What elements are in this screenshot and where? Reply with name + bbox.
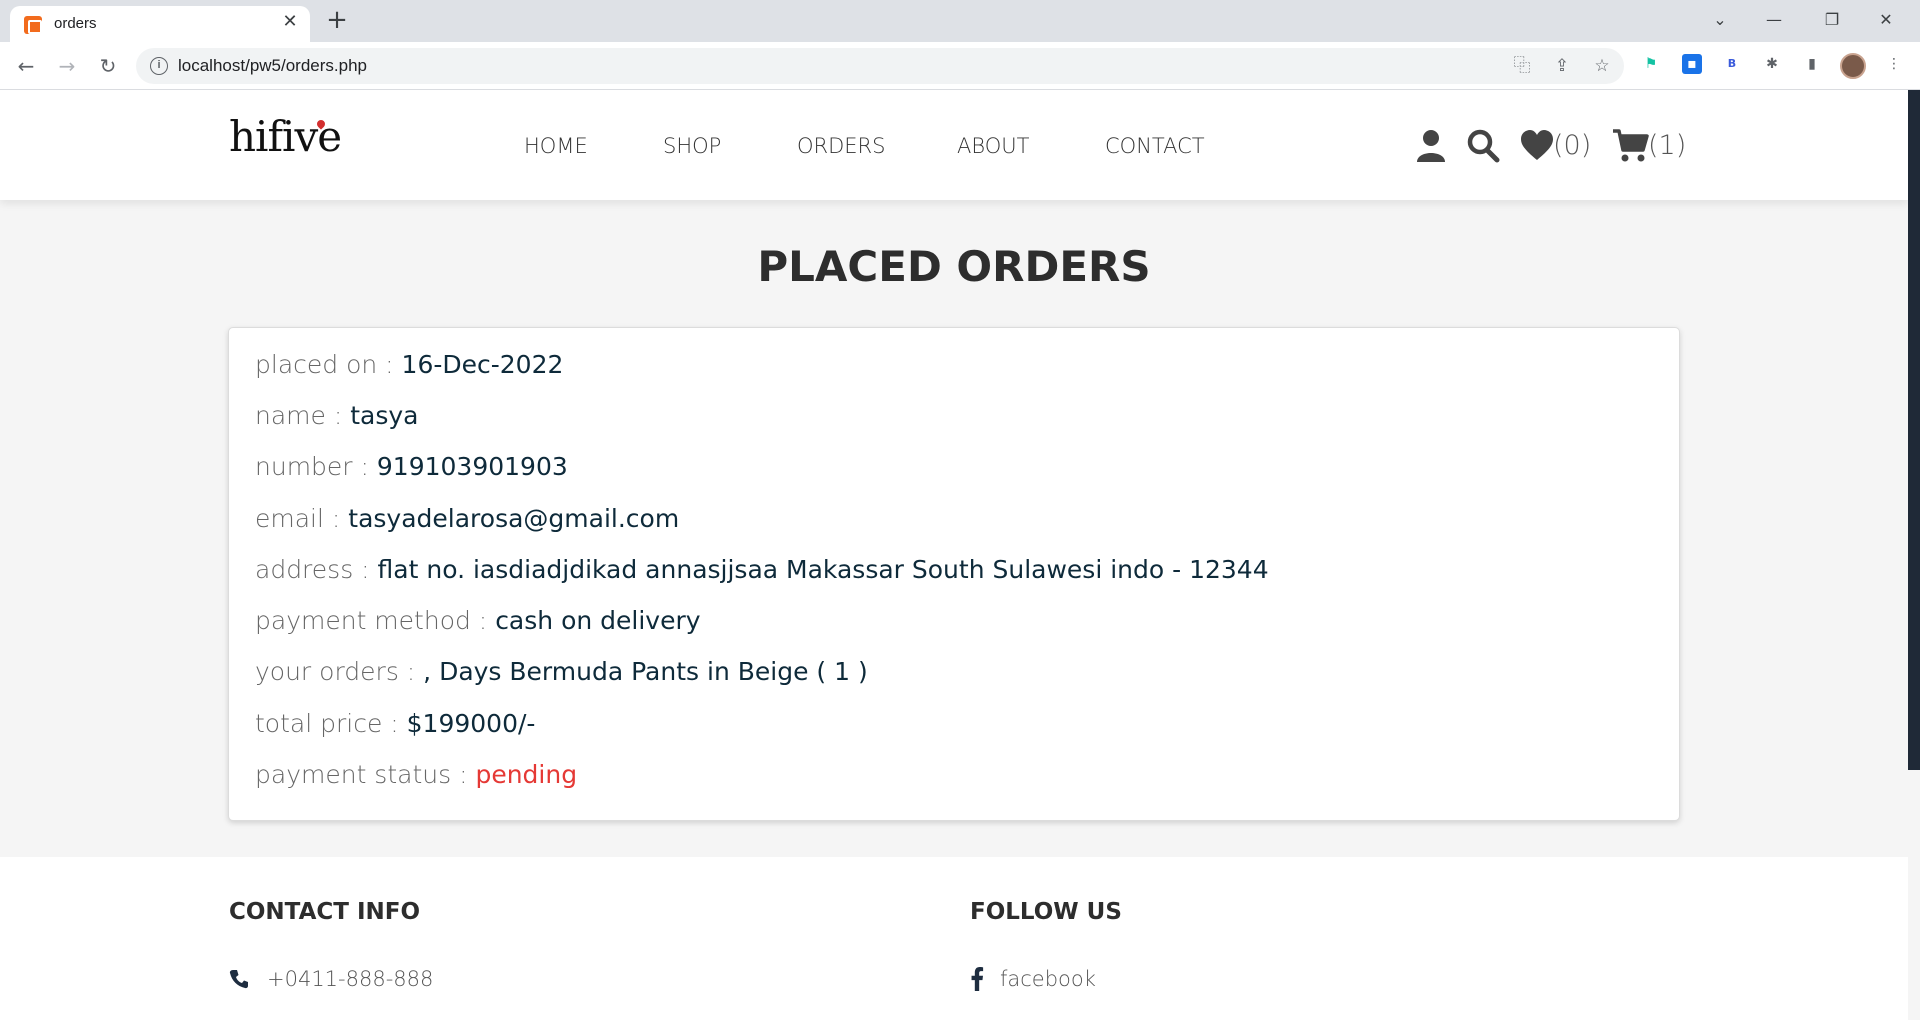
field-value: $199000/- (406, 709, 536, 738)
order-payment-method: payment method : cash on delivery (255, 606, 701, 635)
profile-avatar[interactable] (1840, 53, 1866, 79)
menu-kebab-icon[interactable]: ⋮ (1884, 54, 1904, 74)
minimize-button[interactable]: — (1754, 6, 1794, 34)
nav-home[interactable]: HOME (524, 134, 588, 158)
site-footer: CONTACT INFO +0411-888-888 FOLLOW US fac… (0, 857, 1908, 1020)
page-viewport: hifive HOME SHOP ORDERS ABOUT CONTACT (0… (0, 90, 1920, 1020)
field-label: payment status : (255, 760, 476, 789)
browser-toolbar: ← → ↻ i localhost/pw5/orders.php ⿻ ⇪ ☆ ⚑… (0, 42, 1920, 90)
tab-title: orders (54, 15, 97, 32)
field-label: address : (255, 555, 378, 584)
field-value: flat no. iasdiadjdikad annasjjsaa Makass… (377, 555, 1269, 584)
address-bar[interactable]: i localhost/pw5/orders.php ⿻ ⇪ ☆ (136, 48, 1624, 84)
field-label: your orders : (255, 657, 424, 686)
wishlist-count[interactable]: (0) (1553, 130, 1591, 161)
extensions-puzzle-icon[interactable]: ✱ (1762, 54, 1782, 74)
order-name: name : tasya (255, 401, 418, 430)
forward-arrow-icon[interactable]: → (53, 52, 81, 80)
order-address: address : flat no. iasdiadjdikad annasjj… (255, 555, 1269, 584)
field-value: tasya (350, 401, 419, 430)
cart-icon[interactable] (1612, 126, 1650, 166)
order-email: email : tasyadelarosa@gmail.com (255, 504, 679, 533)
heart-icon[interactable] (1520, 126, 1554, 166)
cart-count[interactable]: (1) (1648, 130, 1686, 161)
follow-us-heading: FOLLOW US (970, 899, 1122, 925)
order-total-price: total price : $199000/- (255, 709, 535, 738)
field-value: 919103901903 (376, 452, 568, 481)
site-header: hifive HOME SHOP ORDERS ABOUT CONTACT (0… (0, 90, 1908, 200)
extension-b-icon[interactable]: B (1722, 54, 1742, 74)
extension-blue-icon[interactable]: ▪ (1682, 54, 1702, 74)
contact-phone[interactable]: +0411-888-888 (267, 967, 433, 991)
field-value: , Days Bermuda Pants in Beige ( 1 ) (423, 657, 868, 686)
tab-search-chevron-icon[interactable]: ⌄ (1700, 6, 1740, 34)
nav-orders[interactable]: ORDERS (797, 134, 885, 158)
order-items: your orders : , Days Bermuda Pants in Be… (255, 657, 868, 686)
search-icon[interactable] (1466, 126, 1500, 166)
new-tab-button[interactable]: + (324, 7, 350, 34)
order-card: placed on : 16-Dec-2022 name : tasya num… (228, 327, 1680, 821)
phone-icon (229, 970, 248, 989)
browser-tab-orders[interactable]: orders ✕ (10, 6, 310, 42)
close-window-button[interactable]: ✕ (1866, 6, 1906, 34)
order-placed-on: placed on : 16-Dec-2022 (255, 350, 563, 379)
scrollbar-thumb[interactable] (1908, 90, 1920, 770)
nav-about[interactable]: ABOUT (957, 134, 1029, 158)
order-number: number : 919103901903 (255, 452, 568, 481)
field-label: name : (255, 401, 351, 430)
nav-shop[interactable]: SHOP (663, 134, 721, 158)
field-label: payment method : (255, 606, 496, 635)
site-info-icon[interactable]: i (150, 57, 168, 75)
close-tab-icon[interactable]: ✕ (280, 12, 300, 32)
translate-icon[interactable]: ⿻ (1511, 55, 1533, 77)
xampp-favicon-icon (24, 16, 42, 34)
facebook-link[interactable]: facebook (1000, 967, 1096, 991)
share-icon[interactable]: ⇪ (1551, 55, 1573, 77)
page-title: PLACED ORDERS (757, 242, 1151, 291)
field-label: number : (255, 452, 377, 481)
side-panel-icon[interactable]: ▮ (1802, 54, 1822, 74)
reload-icon[interactable]: ↻ (94, 52, 122, 80)
order-payment-status: payment status : pending (255, 760, 577, 789)
status-badge: pending (475, 760, 578, 789)
field-value: cash on delivery (495, 606, 701, 635)
field-value: tasyadelarosa@gmail.com (348, 504, 680, 533)
restore-button[interactable]: ❐ (1812, 6, 1852, 34)
extension-bird-icon[interactable]: ⚑ (1641, 54, 1661, 74)
field-label: placed on : (255, 350, 402, 379)
field-label: email : (255, 504, 349, 533)
site-logo[interactable]: hifive (229, 112, 342, 161)
browser-tab-strip: orders ✕ + ⌄ — ❐ ✕ (0, 0, 1920, 42)
contact-info-heading: CONTACT INFO (229, 899, 421, 925)
field-label: total price : (255, 709, 407, 738)
user-icon[interactable] (1416, 126, 1446, 166)
url-text[interactable]: localhost/pw5/orders.php (178, 56, 367, 76)
bookmark-star-icon[interactable]: ☆ (1591, 55, 1613, 77)
nav-contact[interactable]: CONTACT (1105, 134, 1205, 158)
back-arrow-icon[interactable]: ← (12, 52, 40, 80)
field-value: 16-Dec-2022 (401, 350, 564, 379)
facebook-icon[interactable] (970, 967, 984, 991)
